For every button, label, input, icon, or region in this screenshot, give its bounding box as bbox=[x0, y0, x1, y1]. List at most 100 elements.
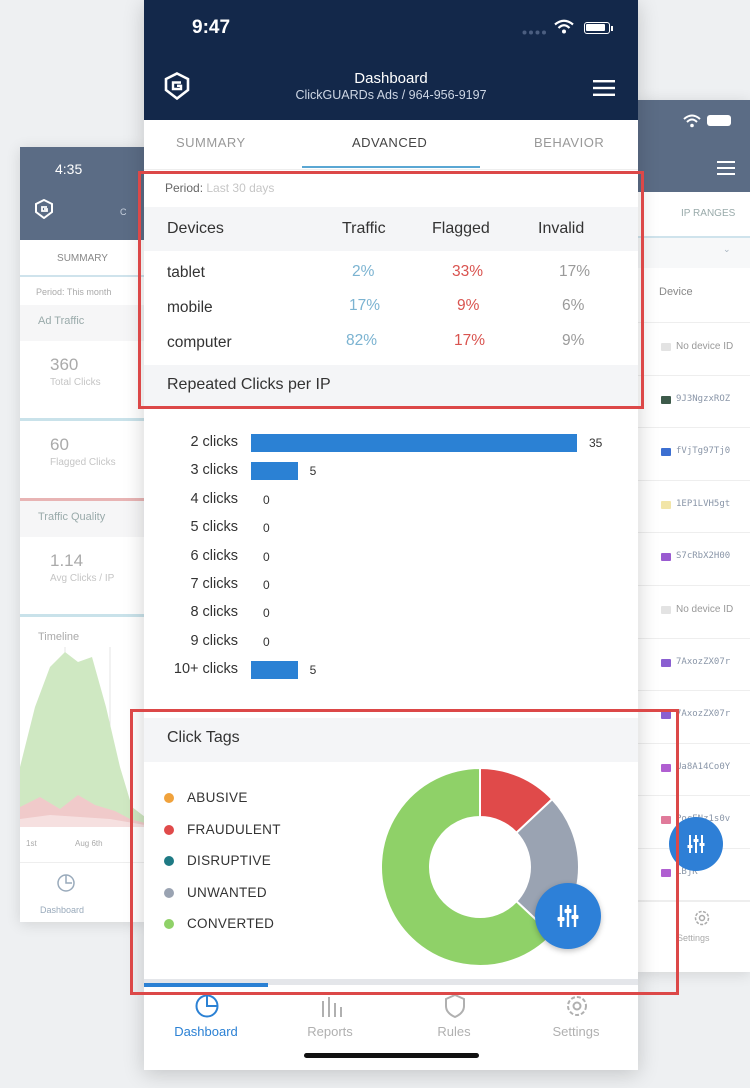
left-status-time: 4:35 bbox=[55, 161, 83, 177]
device-type-icon bbox=[661, 500, 671, 509]
nav-reports-label: Reports bbox=[307, 1024, 353, 1039]
timeline-axis-start: 1st bbox=[26, 839, 37, 848]
menu-icon[interactable] bbox=[717, 161, 735, 175]
dashboard-gauge-icon[interactable] bbox=[56, 873, 76, 893]
bar-value-label: 0 bbox=[263, 492, 270, 507]
account-subtitle: ClickGUARDs Ads / 964-956-9197 bbox=[295, 88, 487, 102]
tab-behavior[interactable]: BEHAVIOR bbox=[534, 135, 604, 150]
devices-highlight-box bbox=[138, 171, 644, 409]
expand-row[interactable]: ⌄ bbox=[637, 238, 750, 268]
device-id: 7AxozZX07r bbox=[676, 656, 731, 667]
ad-traffic-heading: Ad Traffic bbox=[20, 305, 145, 341]
traffic-quality-heading: Traffic Quality bbox=[20, 501, 145, 537]
status-time: 9:47 bbox=[192, 17, 231, 38]
timeline-area-graph bbox=[20, 647, 145, 827]
tab-summary[interactable]: SUMMARY bbox=[176, 135, 246, 150]
bar-category-label: 2 clicks bbox=[190, 434, 238, 450]
left-header-title: C bbox=[120, 207, 127, 217]
shield-icon bbox=[445, 993, 465, 1019]
tab-ip-ranges[interactable]: IP RANGES bbox=[637, 192, 750, 238]
timeline-chart: Timeline 1st Aug 6th bbox=[20, 617, 145, 857]
right-phone-header bbox=[637, 100, 750, 192]
page-title: Dashboard bbox=[354, 70, 428, 87]
period-label: Period: This month bbox=[36, 287, 112, 297]
bar-category-label: 4 clicks bbox=[190, 490, 238, 507]
bar-category-label: 5 clicks bbox=[190, 519, 238, 536]
bar bbox=[251, 661, 298, 680]
gear-icon[interactable] bbox=[693, 909, 711, 927]
left-bottom-nav: Dashboard bbox=[20, 862, 145, 922]
app-header: 9:47 Dashboard ClickGUARDs Ads / 964-956… bbox=[144, 0, 638, 120]
total-clicks-value: 360 bbox=[50, 355, 79, 374]
device-type-icon bbox=[661, 448, 671, 457]
wifi-icon bbox=[554, 19, 574, 34]
device-type-icon bbox=[661, 395, 671, 404]
device-id: No device ID bbox=[676, 341, 734, 352]
nav-dashboard[interactable]: Dashboard bbox=[144, 990, 268, 1050]
bar-category-label: 10+ clicks bbox=[173, 661, 238, 678]
bar-value-label: 35 bbox=[589, 436, 603, 450]
list-item[interactable]: No device ID bbox=[637, 323, 750, 376]
list-item[interactable]: No device ID bbox=[637, 586, 750, 639]
signal-dots-icon bbox=[522, 30, 546, 35]
chevron-down-icon[interactable]: ⌄ bbox=[723, 244, 731, 255]
device-type-icon bbox=[661, 343, 671, 351]
timeline-axis-mid: Aug 6th bbox=[75, 839, 103, 848]
bar-category-label: 7 clicks bbox=[190, 576, 238, 592]
active-tab-indicator bbox=[302, 166, 480, 168]
device-id: S7cRbX2H00 bbox=[676, 551, 731, 562]
timeline-label: Timeline bbox=[38, 631, 80, 643]
nav-settings-label: Settings bbox=[552, 1024, 600, 1039]
device-column-header: Device bbox=[637, 268, 750, 323]
total-clicks-card: 360 Total Clicks bbox=[20, 341, 145, 421]
flagged-clicks-card: 60 Flagged Clicks bbox=[20, 421, 145, 501]
device-id: No device ID bbox=[676, 603, 734, 615]
nav-reports[interactable]: Reports bbox=[268, 990, 392, 1050]
bar-value-label: 5 bbox=[309, 464, 317, 479]
repeated-clicks-bar-chart: 2 clicks 35 3 clicks 5 4 clicks 0 5 clicks 0 6 c… bbox=[144, 430, 638, 690]
bar bbox=[251, 462, 298, 481]
flagged-clicks-value: 60 bbox=[50, 435, 69, 454]
avg-clicks-value: 1.14 bbox=[50, 551, 84, 570]
bar-chart-icon bbox=[322, 997, 342, 1017]
device-id: 1EP1LVH5gt bbox=[676, 498, 731, 509]
bar-category-label: 6 clicks bbox=[190, 547, 238, 564]
device-id: 9J3NgzxROZ bbox=[676, 393, 731, 404]
home-indicator[interactable] bbox=[304, 1053, 479, 1058]
device-type-icon bbox=[661, 553, 671, 562]
nav-settings[interactable]: Settings bbox=[514, 990, 638, 1050]
list-item[interactable]: 9J3NgzxROZ bbox=[637, 376, 750, 429]
tab-bar: SUMMARY ADVANCED BEHAVIOR bbox=[144, 120, 638, 170]
device-id: fVjTg97Tj0 bbox=[676, 446, 731, 457]
device-type-icon bbox=[661, 605, 671, 614]
list-item[interactable]: S7cRbX2H00 bbox=[637, 533, 750, 586]
clickguard-logo-icon bbox=[35, 199, 53, 219]
bar-category-label: 3 clicks bbox=[190, 462, 238, 479]
tab-advanced[interactable]: ADVANCED bbox=[352, 135, 427, 150]
bar-category-label: 9 clicks bbox=[190, 632, 238, 649]
nav-settings-label[interactable]: Settings bbox=[677, 933, 710, 943]
nav-rules[interactable]: Rules bbox=[392, 990, 516, 1050]
background-phone-summary: 4:35 C SUMMARY Period: This month Ad Tra… bbox=[20, 147, 145, 922]
dashboard-gauge-icon bbox=[195, 994, 219, 1018]
bar-value-label: 0 bbox=[263, 634, 270, 649]
list-item[interactable]: fVjTg97Tj0 bbox=[637, 428, 750, 481]
bar-value-label: 0 bbox=[263, 606, 270, 621]
device-id: 7AxozZX07r bbox=[676, 709, 731, 720]
gear-icon bbox=[567, 996, 587, 1016]
bar-value-label: 5 bbox=[309, 663, 317, 678]
nav-rules-label: Rules bbox=[437, 1024, 471, 1039]
nav-dashboard-label: Dashboard bbox=[174, 1024, 238, 1039]
flagged-clicks-label: Flagged Clicks bbox=[50, 457, 116, 468]
nav-dashboard-label[interactable]: Dashboard bbox=[40, 905, 84, 915]
device-id: Ua8A14Co0Y bbox=[676, 761, 731, 772]
bar bbox=[251, 434, 577, 452]
avg-clicks-card: 1.14 Avg Clicks / IP bbox=[20, 537, 145, 617]
list-item[interactable]: 1EP1LVH5gt bbox=[637, 481, 750, 534]
menu-icon[interactable] bbox=[593, 80, 615, 96]
tab-summary[interactable]: SUMMARY bbox=[20, 240, 145, 277]
battery-icon bbox=[584, 22, 610, 34]
list-item[interactable]: 7AxozZX07r bbox=[637, 639, 750, 692]
bar-value-label: 0 bbox=[263, 578, 270, 592]
bar-value-label: 0 bbox=[263, 549, 270, 564]
